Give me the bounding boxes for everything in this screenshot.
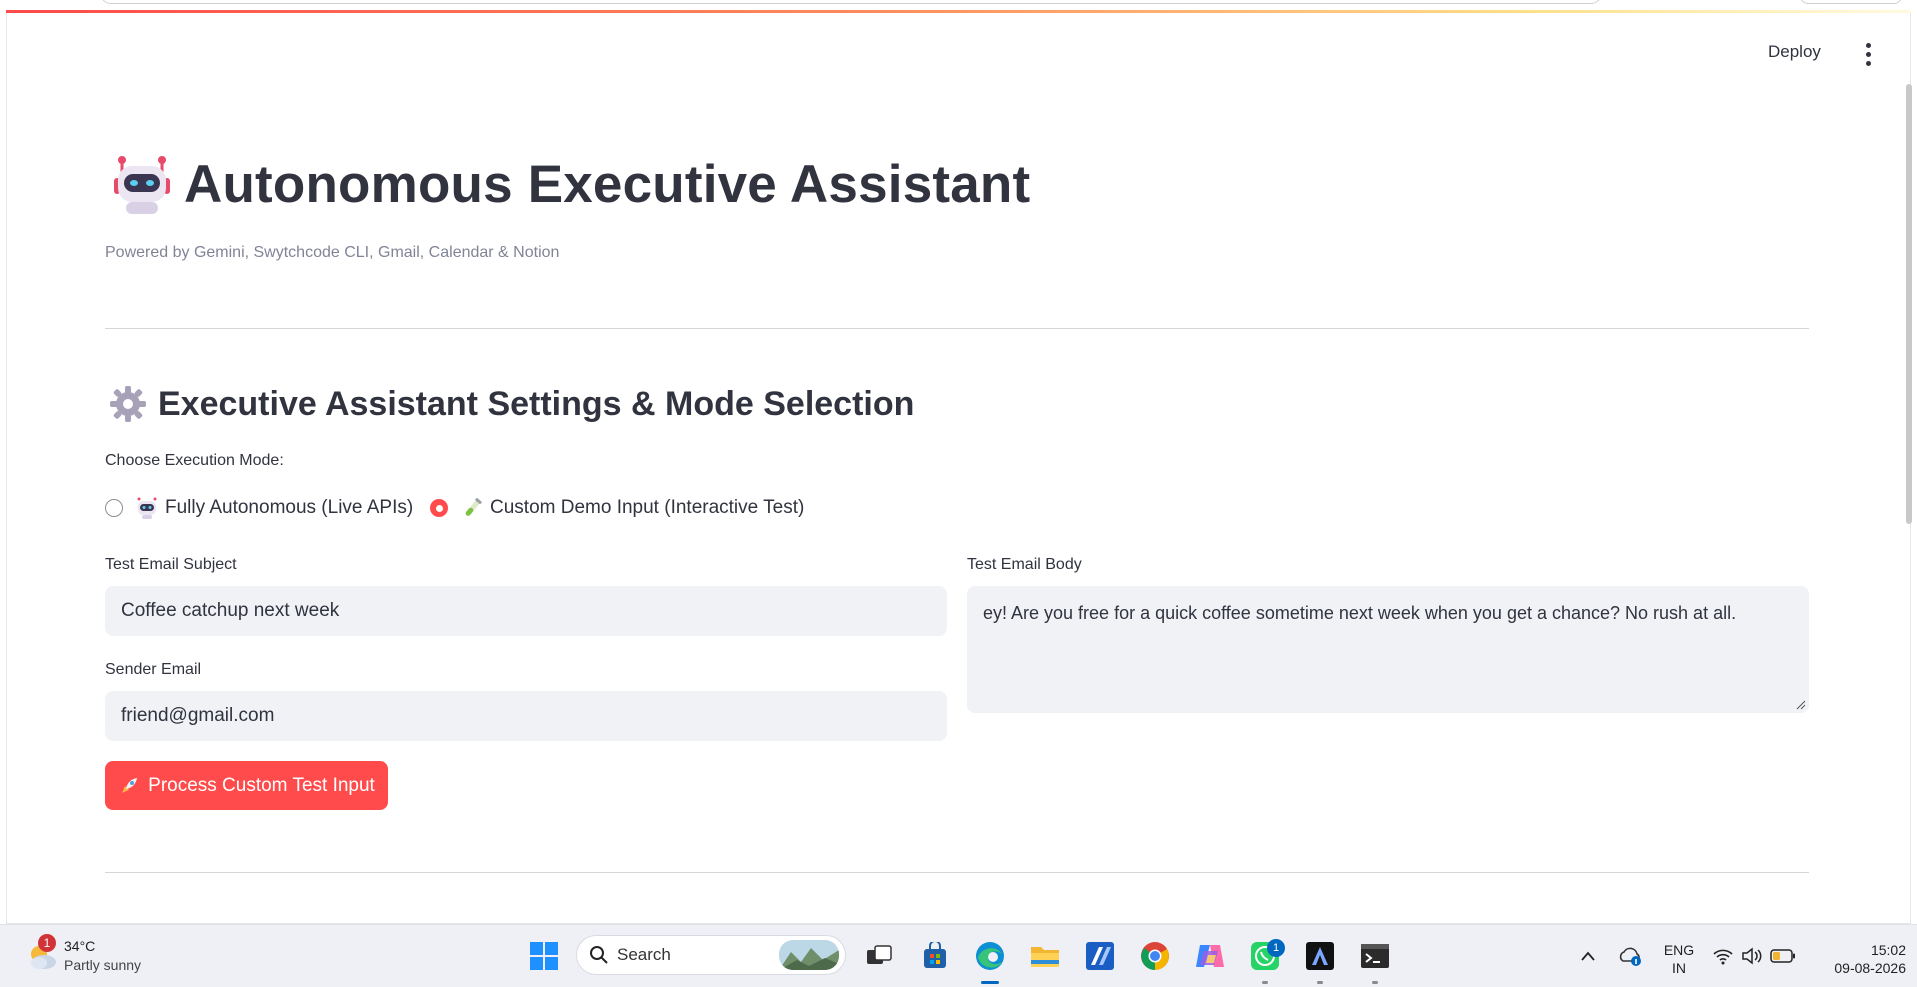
windows-taskbar: 1 34°C Partly sunny Search 1 ENG IN 15:0… xyxy=(0,924,1917,987)
whatsapp-badge: 1 xyxy=(1267,939,1285,957)
radio-label: Fully Autonomous (Live APIs) xyxy=(165,497,414,518)
file-explorer-icon[interactable] xyxy=(1028,939,1062,973)
page-title: Autonomous Executive Assistant xyxy=(184,154,1031,214)
browser-toolbar-button[interactable] xyxy=(1800,0,1902,4)
language-indicator[interactable]: ENG IN xyxy=(1660,941,1698,977)
radio-label: Custom Demo Input (Interactive Test) xyxy=(490,497,805,518)
language-code: ENG xyxy=(1663,942,1695,958)
taskbar-search-box[interactable]: Search xyxy=(576,935,846,975)
running-app-indicator xyxy=(1262,981,1268,984)
scrollbar[interactable] xyxy=(1906,84,1912,524)
search-icon xyxy=(590,946,608,964)
page-subtitle: Powered by Gemini, Swytchcode CLI, Gmail… xyxy=(105,244,560,261)
chevron-up-icon[interactable] xyxy=(1571,939,1605,973)
region-code: IN xyxy=(1672,960,1686,976)
rocket-icon xyxy=(122,777,138,793)
radio-circle-selected[interactable] xyxy=(430,499,448,517)
search-highlight-image xyxy=(779,940,839,970)
radio-fully-autonomous[interactable]: Fully Autonomous (Live APIs) xyxy=(105,496,413,520)
divider xyxy=(105,872,1809,873)
radio-circle-unselected[interactable] xyxy=(105,499,123,517)
terminal-icon[interactable] xyxy=(1358,939,1392,973)
onedrive-icon[interactable] xyxy=(1613,939,1647,973)
browser-address-bar[interactable] xyxy=(100,0,1602,4)
section-title: Executive Assistant Settings & Mode Sele… xyxy=(158,384,915,423)
sender-label: Sender Email xyxy=(105,661,202,678)
volume-icon[interactable] xyxy=(1735,939,1769,973)
body-label: Test Email Body xyxy=(967,556,1082,573)
body-textarea[interactable]: ey! Are you free for a quick coffee some… xyxy=(967,586,1809,713)
radio-custom-demo[interactable]: Custom Demo Input (Interactive Test) xyxy=(430,496,804,520)
title-block: Autonomous Executive Assistant xyxy=(112,152,1030,216)
robot-icon xyxy=(114,156,170,214)
process-custom-input-button[interactable]: Process Custom Test Input xyxy=(105,761,388,810)
subject-input[interactable] xyxy=(105,586,947,636)
copilot-icon[interactable] xyxy=(1193,939,1227,973)
clock-date: 09-08-2026 xyxy=(1834,960,1906,976)
clock-time: 15:02 xyxy=(1870,942,1906,958)
clock[interactable]: 15:02 09-08-2026 xyxy=(1810,941,1906,977)
microsoft-store-icon[interactable] xyxy=(918,939,952,973)
running-app-indicator xyxy=(1317,981,1323,984)
weather-condition: Partly sunny xyxy=(64,957,142,973)
test-tube-icon xyxy=(465,498,482,516)
battery-icon[interactable] xyxy=(1766,939,1800,973)
section-header: Executive Assistant Settings & Mode Sele… xyxy=(108,384,914,424)
process-button-label: Process Custom Test Input xyxy=(148,774,375,796)
dev-tool-icon[interactable] xyxy=(1303,939,1337,973)
chrome-icon[interactable] xyxy=(1138,939,1172,973)
weather-badge: 1 xyxy=(38,934,56,952)
search-placeholder: Search xyxy=(617,945,671,964)
robot-icon xyxy=(137,497,157,519)
main-menu-icon[interactable] xyxy=(1858,40,1878,68)
task-view-icon[interactable] xyxy=(862,939,896,973)
header-decoration xyxy=(6,10,1911,13)
gear-icon xyxy=(110,386,146,422)
app-icon-blue[interactable] xyxy=(1083,939,1117,973)
execution-mode-label: Choose Execution Mode: xyxy=(105,452,284,469)
divider xyxy=(105,328,1809,329)
subject-label: Test Email Subject xyxy=(105,556,237,573)
active-app-indicator xyxy=(981,981,999,984)
deploy-button[interactable]: Deploy xyxy=(1768,42,1821,62)
running-app-indicator xyxy=(1372,981,1378,984)
sender-email-input[interactable] xyxy=(105,691,947,741)
windows-start-icon[interactable] xyxy=(527,939,561,973)
weather-temperature: 34°C xyxy=(64,938,96,954)
resize-handle-icon[interactable] xyxy=(1796,700,1806,710)
partly-sunny-icon: 1 xyxy=(24,934,60,974)
weather-widget[interactable]: 1 34°C Partly sunny xyxy=(24,934,142,975)
edge-browser-icon[interactable] xyxy=(973,939,1007,973)
